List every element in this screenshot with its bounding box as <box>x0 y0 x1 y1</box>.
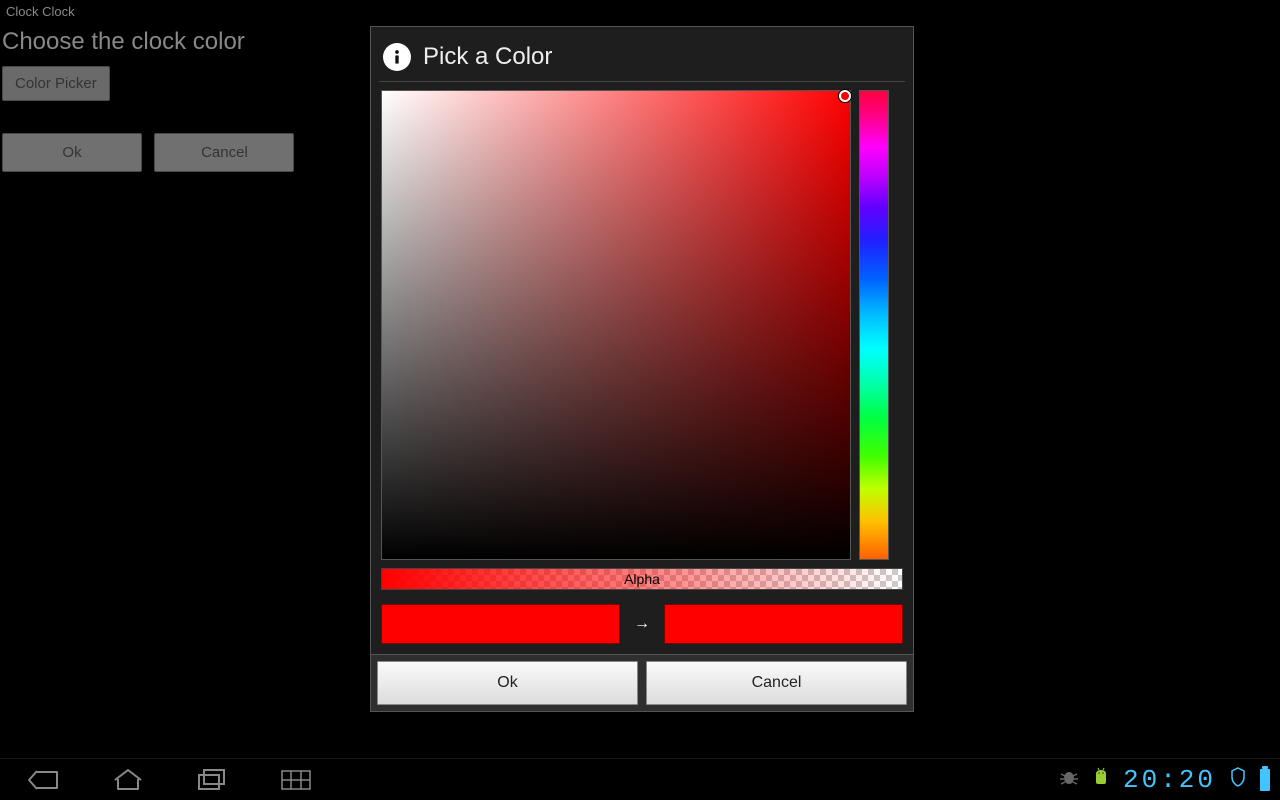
cancel-button[interactable]: Cancel <box>646 661 907 705</box>
hue-slider[interactable] <box>859 90 889 560</box>
color-picker-dialog: Pick a Color Alpha → Ok Cancel <box>370 26 914 712</box>
back-icon[interactable] <box>24 765 64 795</box>
divider <box>379 81 905 82</box>
system-navbar: 20:20 <box>0 758 1280 800</box>
saturation-value-panel[interactable] <box>381 90 851 560</box>
bg-ok-button[interactable]: Ok <box>2 133 142 172</box>
alpha-label: Alpha <box>382 569 902 589</box>
shield-icon <box>1230 767 1246 792</box>
color-picker-button[interactable]: Color Picker <box>2 66 110 101</box>
info-icon <box>383 43 411 71</box>
arrow-right-icon: → <box>634 615 650 633</box>
alpha-slider[interactable]: Alpha <box>381 568 903 590</box>
apps-grid-icon[interactable] <box>276 765 316 795</box>
battery-icon <box>1260 769 1270 791</box>
bug-icon[interactable] <box>1059 768 1079 791</box>
status-clock[interactable]: 20:20 <box>1123 765 1216 795</box>
dialog-title: Pick a Color <box>423 43 552 71</box>
recent-apps-icon[interactable] <box>192 765 232 795</box>
android-icon <box>1093 767 1109 792</box>
app-title: Clock Clock <box>0 0 1280 24</box>
bg-cancel-button[interactable]: Cancel <box>154 133 294 172</box>
new-color-swatch <box>664 604 903 644</box>
old-color-swatch <box>381 604 620 644</box>
dialog-header: Pick a Color <box>377 33 907 81</box>
home-icon[interactable] <box>108 765 148 795</box>
ok-button[interactable]: Ok <box>377 661 638 705</box>
sv-thumb[interactable] <box>839 90 851 102</box>
